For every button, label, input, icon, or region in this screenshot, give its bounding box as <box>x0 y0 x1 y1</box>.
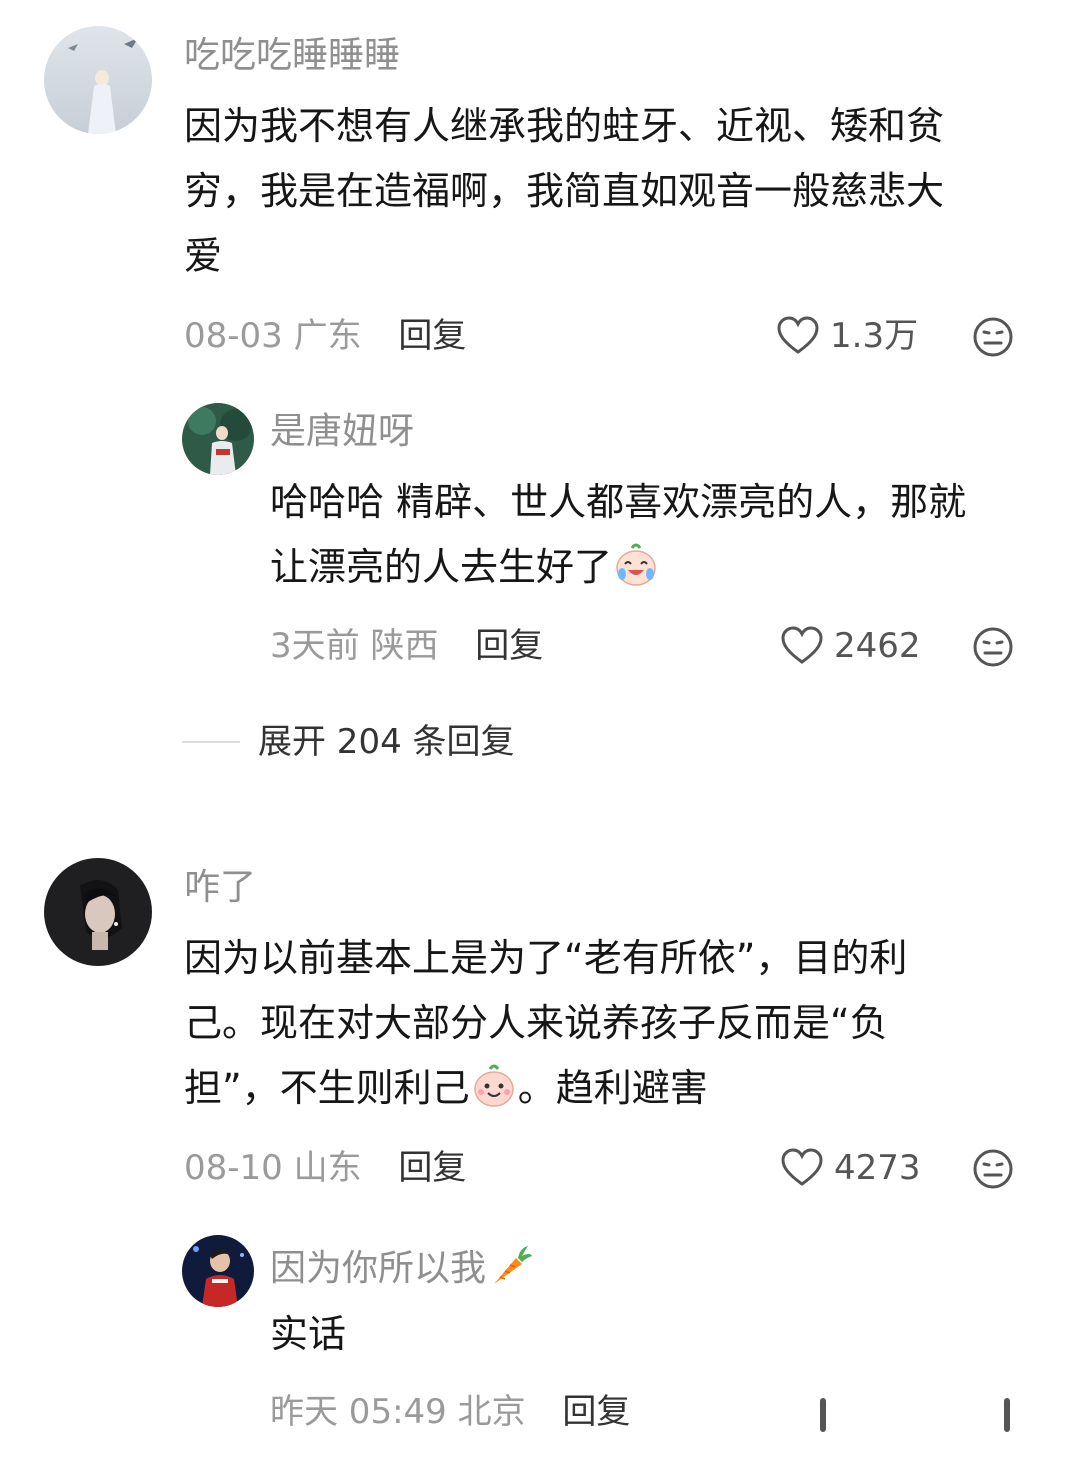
like-button[interactable]: 4273 <box>780 1148 921 1188</box>
username[interactable]: 吃吃吃睡睡睡 <box>184 36 400 76</box>
reply-line: 哈哈哈 精辟、世人都喜欢漂亮的人，那就 <box>270 480 967 524</box>
comment-line-text: 担”，不生则利己 <box>184 1066 470 1110</box>
like-button[interactable]: 2462 <box>780 626 921 666</box>
like-button[interactable]: 1.3万 <box>776 316 918 356</box>
comment-meta: 08-10 山东 回复 <box>184 1148 466 1188</box>
smile-emoji <box>473 1064 514 1107</box>
reply-button[interactable]: 回复 <box>398 1148 466 1188</box>
heart-outline-icon <box>777 316 819 354</box>
neutral-face-icon <box>973 317 1013 357</box>
reply-date: 3天前 <box>270 626 360 666</box>
partial-action-icons <box>820 1398 1010 1432</box>
reply-meta: 昨天 05:49 北京 回复 <box>270 1392 630 1432</box>
reply-location: 北京 <box>457 1392 526 1432</box>
username-text: 因为你所以我 <box>270 1248 487 1289</box>
username[interactable]: 咋了 <box>184 868 256 908</box>
comment-line: 己。现在对大部分人来说养孩子反而是“负 <box>184 1001 888 1045</box>
reply-location: 陕西 <box>370 626 439 666</box>
username[interactable]: 因为你所以我 <box>270 1244 534 1289</box>
comment-line: 因为以前基本上是为了“老有所依”，目的利 <box>184 936 908 980</box>
reply-button[interactable]: 回复 <box>398 316 466 356</box>
reply-line: 实话 <box>270 1312 347 1356</box>
reply-line: 让漂亮的人去生好了 <box>270 535 966 600</box>
avatar[interactable] <box>182 403 254 475</box>
avatar[interactable] <box>44 858 152 966</box>
dislike-button[interactable] <box>972 1148 1014 1194</box>
comment-line: 爱 <box>184 234 223 278</box>
comment-date: 08-10 <box>184 1148 283 1188</box>
neutral-face-icon <box>973 627 1013 667</box>
comment-date: 08-03 <box>184 316 283 356</box>
comment-text: 因为我不想有人继承我的蛀牙、近视、矮和贫 穷，我是在造福啊，我简直如观音一般慈悲… <box>184 94 944 289</box>
reply-text: 实话 <box>270 1302 346 1367</box>
like-count: 2462 <box>834 626 921 666</box>
expand-replies-button[interactable]: 展开 204 条回复 <box>182 722 515 762</box>
dislike-button[interactable] <box>972 626 1014 672</box>
avatar[interactable] <box>182 1235 254 1307</box>
comment-meta: 08-03 广东 回复 <box>184 316 466 356</box>
reply-line-text: 让漂亮的人去生好了 <box>270 545 613 589</box>
comment-line: 因为我不想有人继承我的蛀牙、近视、矮和贫 <box>184 104 945 148</box>
heart-outline-icon <box>781 626 823 664</box>
reply-button[interactable]: 回复 <box>475 626 543 666</box>
reply-button[interactable]: 回复 <box>562 1392 630 1432</box>
divider <box>182 741 240 743</box>
comment-line: 穷，我是在造福啊，我简直如观音一般慈悲大 <box>184 169 945 213</box>
username[interactable]: 是唐妞呀 <box>270 412 414 452</box>
avatar[interactable] <box>44 26 152 134</box>
comment-location: 山东 <box>293 1148 362 1188</box>
reply-text: 哈哈哈 精辟、世人都喜欢漂亮的人，那就 让漂亮的人去生好了 <box>270 470 966 600</box>
reply-meta: 3天前 陕西 回复 <box>270 626 543 666</box>
neutral-face-icon <box>973 1149 1013 1189</box>
laugh-cry-emoji <box>616 543 656 586</box>
comment-location: 广东 <box>293 316 362 356</box>
reply-date: 昨天 05:49 <box>270 1392 447 1432</box>
dislike-button[interactable] <box>972 316 1014 362</box>
like-count: 4273 <box>834 1148 921 1188</box>
carrot-emoji <box>494 1246 533 1284</box>
comment-text: 因为以前基本上是为了“老有所依”，目的利 己。现在对大部分人来说养孩子反而是“负… <box>184 926 907 1121</box>
like-count: 1.3万 <box>830 316 919 356</box>
heart-outline-icon <box>781 1148 823 1186</box>
expand-replies-label[interactable]: 展开 204 条回复 <box>258 722 515 762</box>
comment-line: 担”，不生则利己 。趋利避害 <box>184 1056 907 1121</box>
comment-line-text: 。趋利避害 <box>517 1066 708 1110</box>
